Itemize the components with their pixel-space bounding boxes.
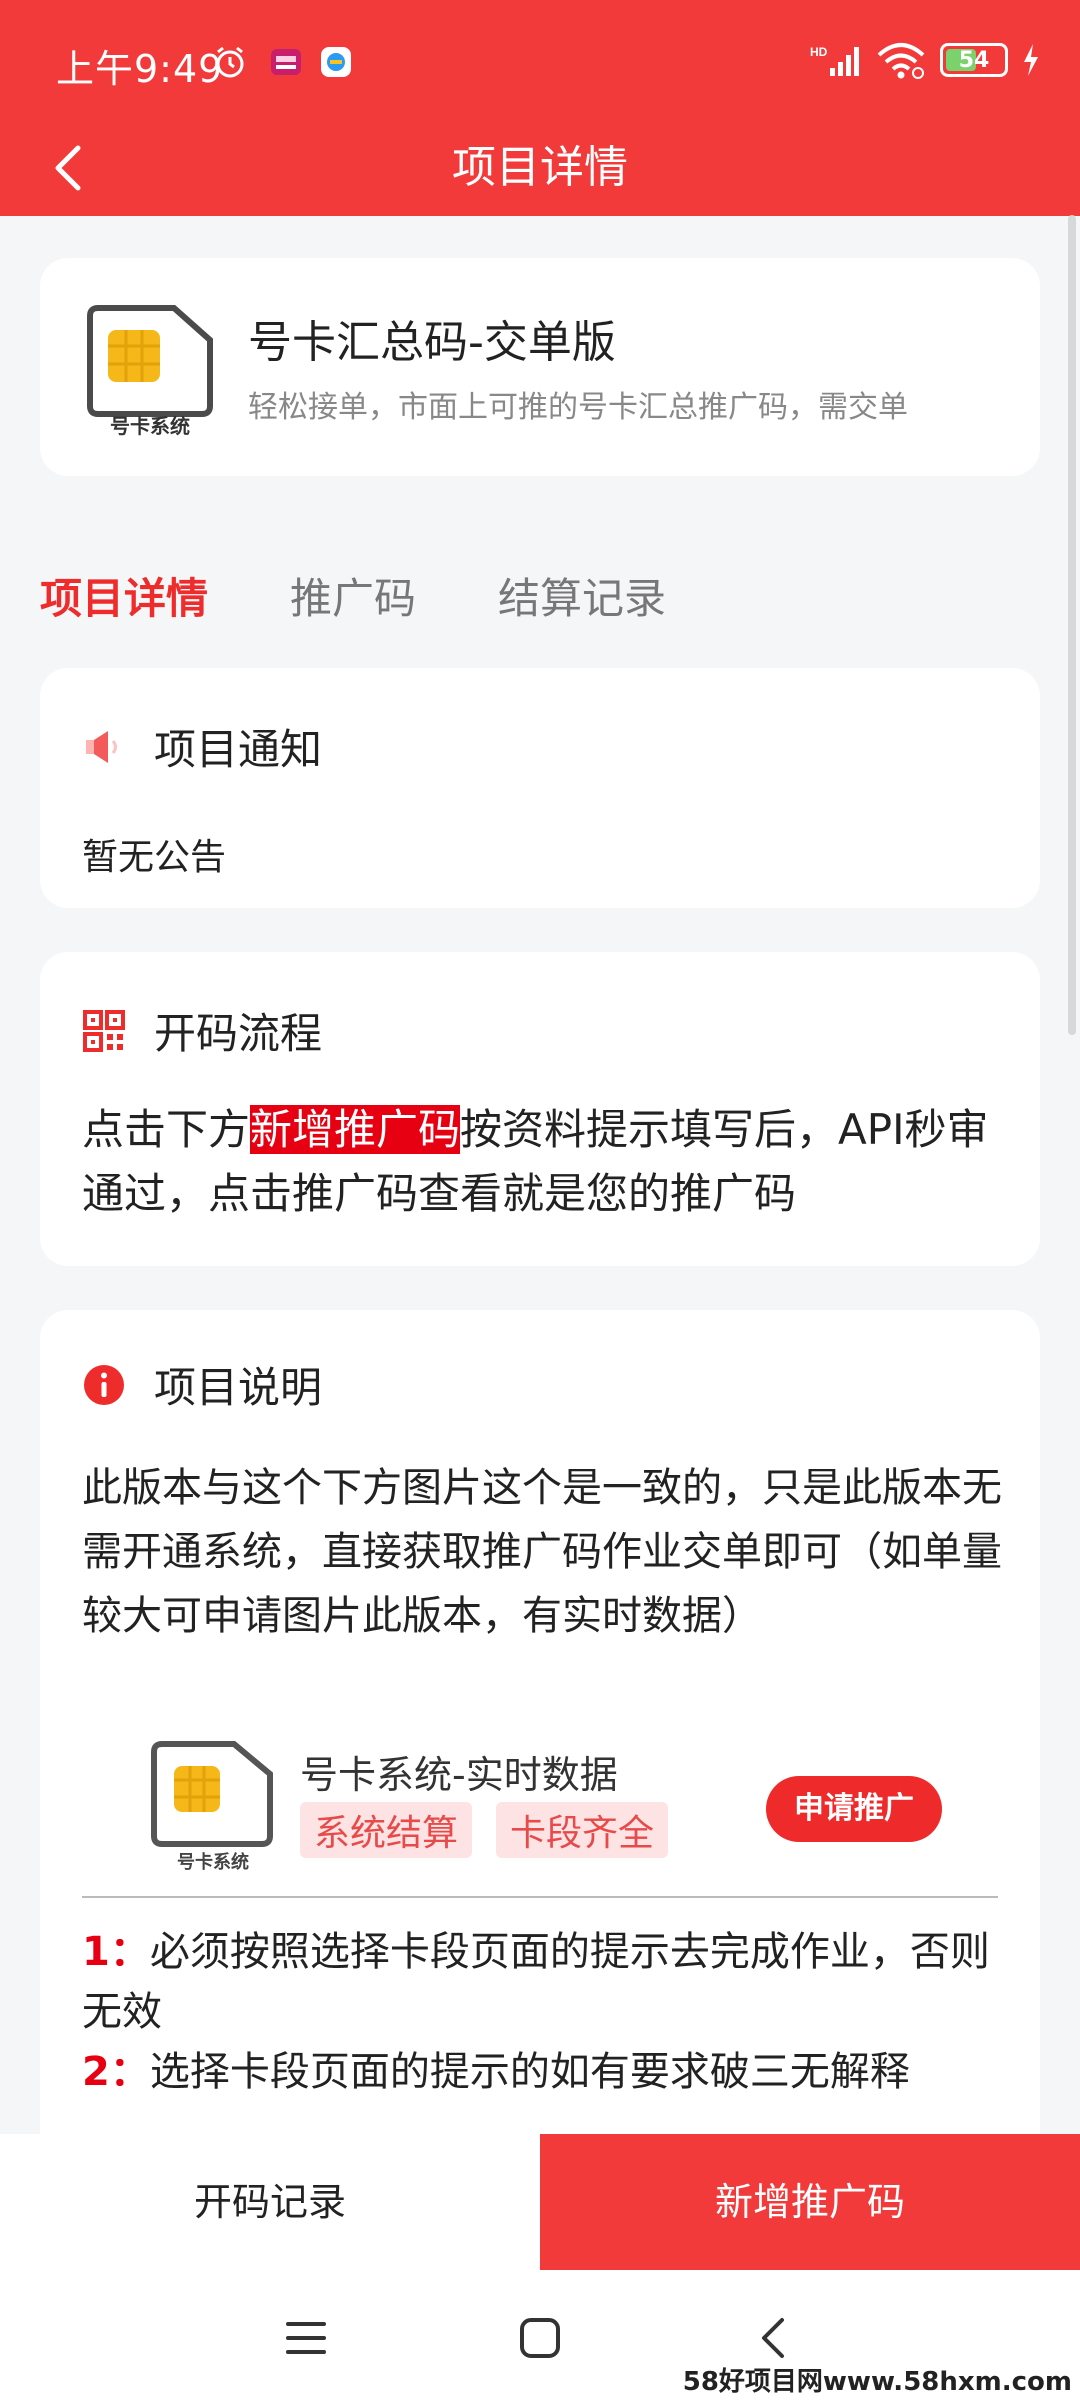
status-bar: 上午9:49 HD 54 xyxy=(0,0,1080,120)
back-icon[interactable] xyxy=(744,2308,804,2368)
rules-list: 1：必须按照选择卡段页面的提示去完成作业，否则无效 2：选择卡段页面的提示的如有… xyxy=(82,1906,1022,2102)
menu-icon[interactable] xyxy=(276,2308,336,2368)
description-header: 项目说明 xyxy=(82,1354,322,1415)
home-icon[interactable] xyxy=(510,2308,570,2368)
hd-signal-icon: HD xyxy=(810,45,859,76)
description-text: 此版本与这个下方图片这个是一致的，只是此版本无需开通系统，直接获取推广码作业交单… xyxy=(82,1465,1002,1639)
speaker-icon xyxy=(86,730,117,763)
embed-title: 号卡系统-实时数据 xyxy=(300,1753,618,1797)
flow-card: 开码流程 点击下方新增推广码按资料提示填写后，API秒审通过，点击推广码查看就是… xyxy=(40,952,1040,1266)
embed-tags: 系统结算 卡段齐全 xyxy=(300,1802,669,1858)
flow-text: 点击下方新增推广码按资料提示填写后，API秒审通过，点击推广码查看就是您的推广码 xyxy=(82,1098,1012,1226)
project-card[interactable]: 号卡系统 号卡汇总码-交单版 轻松接单，市面上可推的号卡汇总推广码，需交单 xyxy=(40,258,1040,476)
rule-text: 选择卡段页面的提示的如有要求破三无解释 xyxy=(149,2049,910,2095)
project-name: 号卡汇总码-交单版 xyxy=(248,317,616,368)
app-notification-icon xyxy=(321,47,351,77)
title-bar: 项目详情 xyxy=(0,120,1080,216)
charging-icon xyxy=(1024,44,1038,76)
rule-number: 2： xyxy=(82,2049,150,2095)
wifi-icon xyxy=(877,43,925,79)
description-title: 项目说明 xyxy=(154,1363,323,1412)
open-code-records-button[interactable]: 开码记录 xyxy=(0,2134,540,2270)
system-nav-bar: 58好项目网www.58hxm.com xyxy=(0,2270,1080,2400)
rule-number: 1： xyxy=(82,1929,150,1975)
flow-header: 开码流程 xyxy=(82,1000,322,1061)
tab-bar: 项目详情 推广码 结算记录 xyxy=(40,560,666,630)
notice-text: 暂无公告 xyxy=(82,837,227,878)
sim-card-icon xyxy=(151,1741,273,1847)
flow-text-highlight: 新增推广码 xyxy=(250,1105,461,1154)
notice-header: 项目通知 xyxy=(82,716,322,777)
app-header: 上午9:49 HD 54 项目详情 xyxy=(0,0,1080,216)
svg-text:HD: HD xyxy=(810,45,828,59)
status-right-group: HD 54 xyxy=(810,40,1040,80)
app-notification-icon xyxy=(271,49,301,75)
battery-icon: 54 xyxy=(940,43,1008,77)
tab-promo-code[interactable]: 推广码 xyxy=(290,565,416,626)
rule-item: 2：选择卡段页面的提示的如有要求破三无解释 xyxy=(82,2042,1022,2102)
embed-icon-caption: 号卡系统 xyxy=(177,1852,249,1873)
rule-text: 必须按照选择卡段页面的提示去完成作业，否则无效 xyxy=(82,1929,990,2035)
embedded-image: 号卡系统 号卡系统-实时数据 系统结算 卡段齐全 申请推广 xyxy=(100,1730,980,1880)
info-icon xyxy=(84,1364,124,1405)
flow-text-before: 点击下方 xyxy=(82,1105,251,1154)
page-title: 项目详情 xyxy=(452,142,628,193)
watermark: 58好项目网www.58hxm.com xyxy=(682,2367,1072,2397)
flow-title: 开码流程 xyxy=(154,1009,323,1058)
notice-card: 项目通知 暂无公告 xyxy=(40,668,1040,908)
icon-caption: 号卡系统 xyxy=(110,414,190,438)
status-time: 上午9:49 xyxy=(56,47,224,91)
embed-tag: 系统结算 xyxy=(300,1802,473,1858)
rule-item: 1：必须按照选择卡段页面的提示去完成作业，否则无效 xyxy=(82,1906,1022,2042)
add-promo-code-button[interactable]: 新增推广码 xyxy=(540,2134,1080,2270)
notice-title: 项目通知 xyxy=(154,725,323,774)
battery-level: 54 xyxy=(958,47,990,73)
project-description: 轻松接单，市面上可推的号卡汇总推广码，需交单 xyxy=(248,390,908,425)
tab-project-details[interactable]: 项目详情 xyxy=(40,565,208,626)
scrollbar[interactable] xyxy=(1068,215,1076,1035)
embed-tag: 卡段齐全 xyxy=(496,1802,669,1858)
qr-code-icon xyxy=(83,1009,125,1052)
divider xyxy=(82,1896,998,1898)
embed-apply-button: 申请推广 xyxy=(766,1776,942,1842)
tab-settlement-records[interactable]: 结算记录 xyxy=(498,565,666,626)
alarm-icon xyxy=(216,46,244,78)
action-bar: 开码记录 新增推广码 xyxy=(0,2134,1080,2270)
